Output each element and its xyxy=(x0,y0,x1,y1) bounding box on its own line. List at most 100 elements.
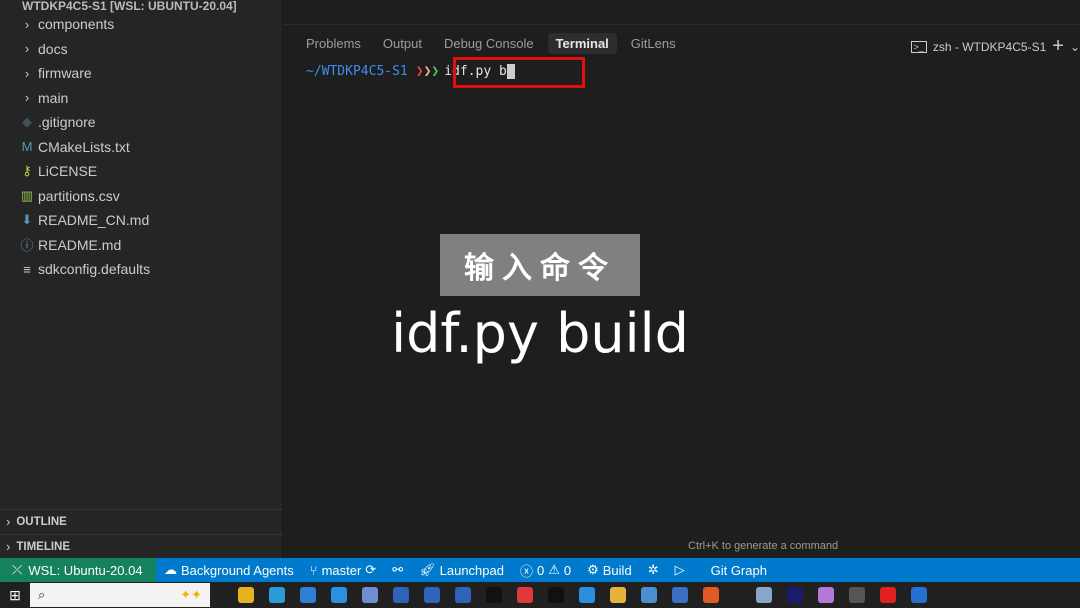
app-s1-icon[interactable] xyxy=(392,587,409,603)
remote-icon: ⤫ xyxy=(12,562,23,577)
chevron-right-icon: › xyxy=(24,90,30,106)
tab-terminal[interactable]: Terminal xyxy=(547,33,617,54)
powershell-icon[interactable] xyxy=(671,587,688,603)
edge-icon[interactable] xyxy=(268,587,285,603)
branch-label: master xyxy=(321,562,362,578)
agents-label: Background Agents xyxy=(181,562,294,578)
debug-button[interactable]: ✲ xyxy=(640,562,667,578)
chevron-down-icon[interactable]: ⌄ xyxy=(1070,40,1080,54)
app-s3-icon[interactable] xyxy=(454,587,471,603)
git-compare-button[interactable]: ⚯ xyxy=(384,562,411,578)
remote-indicator[interactable]: ⤫ WSL: Ubuntu-20.04 xyxy=(0,558,156,582)
app-blue-icon[interactable] xyxy=(911,587,927,603)
file-tree: › components › docs › firmware › main ◆ .gitignor… xyxy=(0,12,283,282)
tree-item-label: sdkconfig.defaults xyxy=(38,261,151,278)
branch-indicator[interactable]: ⑂ master ⟳ xyxy=(302,562,384,578)
app-box-icon[interactable] xyxy=(547,587,564,603)
app-wave-icon[interactable] xyxy=(756,587,772,603)
status-bar: ⤫ WSL: Ubuntu-20.04 ☁ Background Agents ⑂ m… xyxy=(0,558,1080,582)
terminal-icon: >_ xyxy=(910,40,927,53)
tree-item[interactable]: ≡ sdkconfig.defaults xyxy=(0,257,283,282)
error-icon: ⓧ xyxy=(519,563,533,579)
warning-count: 0 xyxy=(563,562,572,578)
rocket-icon: 🚀︎ xyxy=(419,562,436,577)
timeline-section[interactable]: › TIMELINE xyxy=(0,534,283,558)
terminal-selector[interactable]: >_ zsh - WTDKP4C5-S1 + ⌄ xyxy=(910,35,1080,58)
play-icon: ▷ xyxy=(674,562,685,577)
git-branch-icon: ⑂ xyxy=(309,562,318,578)
settings-icon[interactable] xyxy=(330,587,347,603)
run-button[interactable]: ▷ xyxy=(667,562,693,578)
tree-item[interactable]: › firmware xyxy=(0,61,283,86)
license-file-icon: ⚷ xyxy=(22,163,32,179)
markdown-file-icon: ⬇ xyxy=(21,212,33,228)
tree-item[interactable]: ⚷ LiCENSE xyxy=(0,159,283,184)
tree-item[interactable]: › docs xyxy=(0,37,283,62)
ubuntu-icon[interactable] xyxy=(702,587,719,603)
tree-item-label: components xyxy=(38,16,115,33)
warning-icon: ⚠ xyxy=(548,562,560,577)
background-agents[interactable]: ☁ Background Agents xyxy=(156,562,302,578)
tree-item[interactable]: M CMakeLists.txt xyxy=(0,135,283,160)
timeline-label: TIMELINE xyxy=(16,540,71,553)
tree-item[interactable]: ⬇ README_CN.md xyxy=(0,208,283,233)
search-app-icon[interactable] xyxy=(299,587,316,603)
tree-item-label: README_CN.md xyxy=(38,212,150,229)
tree-item-label: firmware xyxy=(38,65,92,82)
panel-tabs: Problems Output Debug Console Terminal GitLe… xyxy=(298,33,690,54)
tree-item-label: .gitignore xyxy=(38,114,96,131)
cloud-icon: ☁ xyxy=(164,562,177,577)
launchpad-button[interactable]: 🚀︎ Launchpad xyxy=(411,562,512,578)
overlay-label: 输入命令 xyxy=(440,234,640,296)
taskbar: ⊞ ⌕ ✦✦ xyxy=(0,582,1080,608)
tree-item[interactable]: ▥ partitions.csv xyxy=(0,184,283,209)
problems-indicator[interactable]: ⓧ 0 ⚠ 0 xyxy=(512,561,579,580)
outline-section[interactable]: › OUTLINE xyxy=(0,509,283,533)
premiere-icon[interactable] xyxy=(787,587,803,603)
tree-item-label: docs xyxy=(38,40,68,57)
tree-item[interactable]: › main xyxy=(0,86,283,111)
sync-icon[interactable]: ⟳ xyxy=(365,562,376,578)
tree-item-label: main xyxy=(38,89,69,106)
tree-item[interactable]: ⓘ README.md xyxy=(0,233,283,258)
github-icon[interactable] xyxy=(849,587,865,603)
tab-problems[interactable]: Problems xyxy=(298,33,369,54)
chevron-right-icon: › xyxy=(6,514,11,529)
vscode-icon[interactable] xyxy=(578,587,595,603)
tab-debug-console[interactable]: Debug Console xyxy=(436,33,542,54)
cat-app-icon[interactable] xyxy=(818,587,834,603)
windows-start-icon[interactable]: ⊞ xyxy=(0,587,30,604)
error-count: 0 xyxy=(536,562,545,578)
tree-item[interactable]: › components xyxy=(0,12,283,37)
git-graph-button[interactable]: Git Graph xyxy=(703,563,775,578)
prompt-path: ~/WTDKP4C5-S1 xyxy=(306,64,408,79)
chevron-right-icon: › xyxy=(6,539,11,554)
highlight-box xyxy=(453,57,585,88)
search-icon: ⌕ xyxy=(38,587,46,602)
tab-gitlens[interactable]: GitLens xyxy=(623,33,684,54)
taskbar-apps xyxy=(230,587,935,603)
explorer-sidebar: WTDKP4C5-S1 [WSL: UBUNTU-20.04] › compone… xyxy=(0,0,283,558)
bug-icon: ✲ xyxy=(647,562,659,577)
taskbar-search[interactable]: ⌕ ✦✦ xyxy=(30,583,210,607)
launchpad-label: Launchpad xyxy=(439,562,504,578)
file-explorer-icon[interactable] xyxy=(609,587,626,603)
new-terminal-button[interactable]: + xyxy=(1052,35,1064,58)
gear-icon: ⚙ xyxy=(587,562,599,577)
tree-item[interactable]: ◆ .gitignore xyxy=(0,110,283,135)
app-s2-icon[interactable] xyxy=(423,587,440,603)
git-compare-icon: ⚯ xyxy=(392,562,404,577)
build-label: Build xyxy=(602,562,632,578)
xmind-icon[interactable] xyxy=(516,587,533,603)
terminal-name: zsh - WTDKP4C5-S1 xyxy=(932,39,1047,54)
tab-output[interactable]: Output xyxy=(375,33,430,54)
chrome-icon[interactable] xyxy=(237,587,254,603)
build-button[interactable]: ⚙ Build xyxy=(579,562,640,578)
tree-item-label: partitions.csv xyxy=(38,187,120,204)
info-file-icon: ⓘ xyxy=(20,238,34,254)
record-icon[interactable] xyxy=(880,587,896,603)
chevron-right-icon: › xyxy=(24,16,30,32)
v-app-icon[interactable] xyxy=(640,587,657,603)
building-app-icon[interactable] xyxy=(361,587,378,603)
terminal-icon[interactable] xyxy=(485,587,502,603)
